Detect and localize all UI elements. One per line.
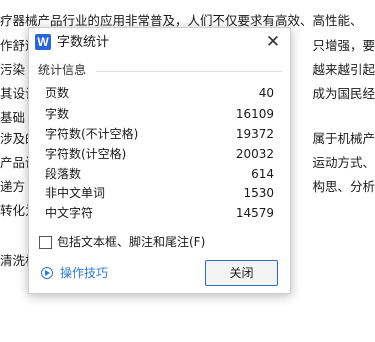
close-icon[interactable]: ✕ [262, 31, 284, 53]
doc-line: 只增强，要 [312, 38, 375, 53]
stat-value: 14579 [235, 206, 274, 220]
doc-line: 成为国民经 [312, 86, 375, 101]
doc-line: 属于机械产 [312, 131, 375, 146]
stat-label: 字符数(计空格) [45, 147, 127, 161]
stat-row-paragraphs: 段落数 614 [45, 165, 274, 183]
stat-value: 1530 [243, 186, 274, 200]
stat-value: 40 [258, 86, 274, 100]
stat-row-chinese-chars: 中文字符 14579 [45, 204, 274, 222]
dialog-title: 字数统计 [57, 35, 110, 50]
doc-line: 递方 [0, 179, 26, 194]
doc-line: 越来越引起 [312, 62, 375, 77]
tips-label[interactable]: 操作技巧 [60, 266, 108, 281]
stat-row-chars-with-spaces: 字符数(计空格) 20032 [45, 145, 274, 163]
dialog-titlebar[interactable]: W 字数统计 ✕ [29, 28, 290, 58]
stat-row-words: 字数 16109 [45, 105, 274, 123]
doc-line: 污染 [0, 62, 26, 77]
stat-label: 段落数 [45, 167, 82, 181]
word-count-dialog: W 字数统计 ✕ 统计信息 页数 40 字数 16109 字符数(不计空格) 1… [28, 27, 291, 294]
close-button[interactable]: 关闭 [205, 260, 278, 286]
stat-label: 页数 [45, 86, 70, 100]
stat-row-chars-no-spaces: 字符数(不计空格) 19372 [45, 125, 274, 143]
stat-value: 614 [251, 167, 274, 181]
stat-label: 字数 [45, 107, 70, 121]
checkbox-label[interactable]: 包括文本框、脚注和尾注(F) [57, 234, 205, 250]
stat-value: 16109 [235, 107, 274, 121]
stat-row-pages: 页数 40 [45, 84, 274, 102]
stat-label: 非中文单词 [45, 186, 106, 200]
doc-line: 运动方式、 [312, 155, 375, 170]
stat-value: 19372 [235, 127, 274, 141]
play-circle-icon [41, 267, 53, 279]
stat-value: 20032 [235, 147, 274, 161]
statistics-group-label: 统计信息 [38, 63, 87, 77]
stat-label: 中文字符 [45, 206, 94, 220]
group-divider [96, 71, 282, 72]
wps-writer-icon: W [35, 34, 51, 50]
doc-line: 基础 [0, 110, 26, 125]
stat-label: 字符数(不计空格) [45, 127, 139, 141]
checkbox-box[interactable] [39, 236, 52, 249]
stat-row-non-chinese-words: 非中文单词 1530 [45, 184, 274, 202]
doc-line: 构思、分析 [312, 179, 375, 194]
